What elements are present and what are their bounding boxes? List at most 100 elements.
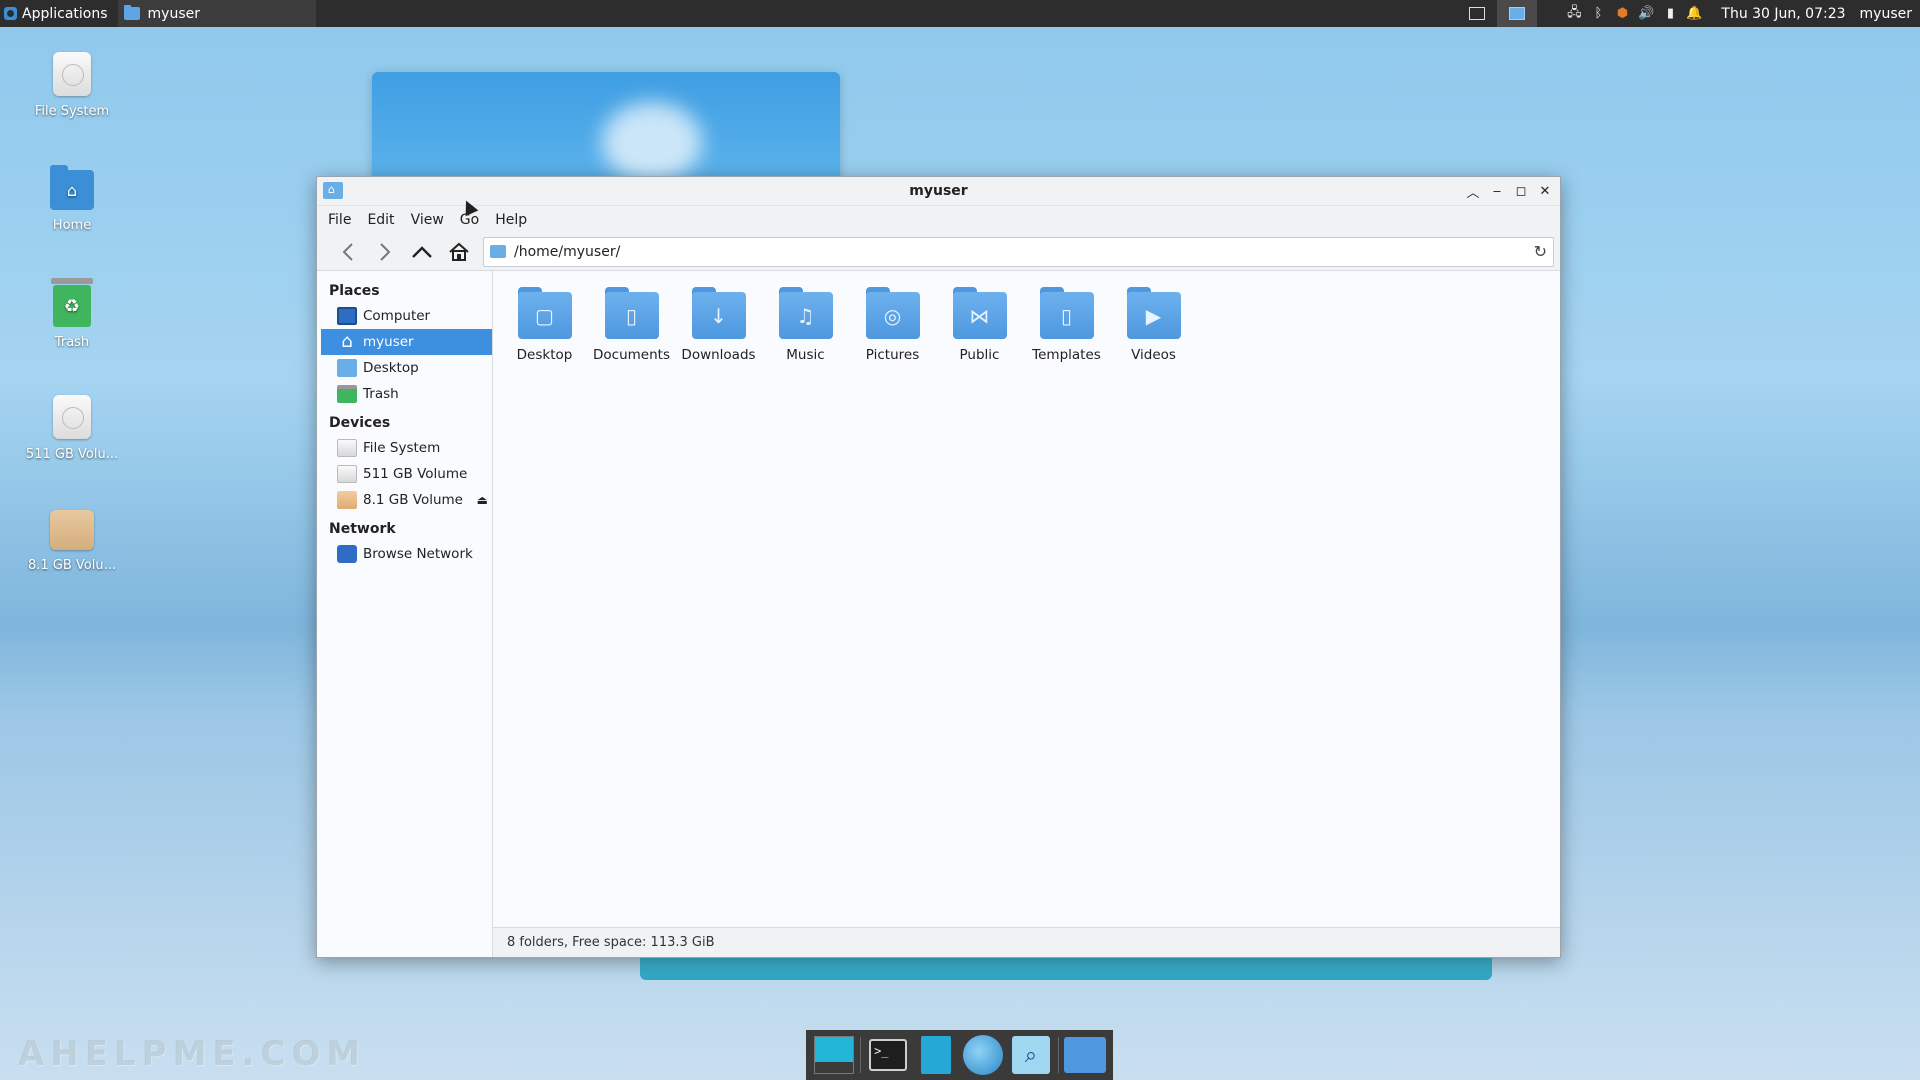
folder-icon: ◎ [865, 287, 920, 339]
window-controls: ︿ ‒ ◻ ✕ [1466, 182, 1552, 201]
folder-label: Videos [1131, 347, 1176, 363]
network-tray-icon[interactable]: 🖧 [1567, 5, 1582, 21]
sidebar-item-myuser[interactable]: ⌂ myuser [321, 329, 492, 355]
dock-file-manager[interactable] [915, 1035, 957, 1075]
home-icon [448, 242, 469, 261]
dock-web-browser[interactable] [962, 1035, 1004, 1075]
desktop-folder-icon [337, 359, 357, 377]
sidebar-item-trash[interactable]: Trash [317, 381, 492, 407]
sidebar-item-label: Browse Network [363, 546, 473, 562]
sidebar-item-browse-network[interactable]: Browse Network [317, 541, 492, 567]
location-bar[interactable]: /home/myuser/ ↻ [483, 236, 1554, 267]
taskbar-window-button[interactable]: myuser [117, 0, 316, 27]
shade-button[interactable]: ︿ [1466, 182, 1480, 201]
sidebar-item-desktop[interactable]: Desktop [317, 355, 492, 381]
desktop-icon-label: 8.1 GB Volu... [27, 558, 117, 573]
background-window[interactable] [372, 72, 840, 182]
bluetooth-icon[interactable]: ᛒ [1591, 6, 1605, 21]
menu-edit[interactable]: Edit [367, 212, 394, 228]
location-path[interactable]: /home/myuser/ [514, 244, 1526, 260]
folder-music[interactable]: ♫ Music [762, 283, 849, 363]
maximize-button[interactable]: ◻ [1514, 182, 1528, 200]
folder-icon: ♫ [778, 287, 833, 339]
folder-icon: ▯ [1039, 287, 1094, 339]
forward-button[interactable] [366, 236, 403, 268]
clock[interactable]: Thu 30 Jun, 07:23 [1721, 6, 1845, 22]
taskbar-window-title: myuser [147, 5, 200, 22]
applications-label: Applications [22, 5, 108, 22]
sidebar-item-label: File System [363, 440, 441, 456]
drive-icon [53, 52, 91, 96]
back-button[interactable] [329, 236, 366, 268]
menu-file[interactable]: File [328, 212, 351, 228]
sidebar-item-label: Computer [363, 308, 431, 324]
sidebar: Places Computer ⌂ myuser Desktop Trash D… [317, 271, 493, 957]
system-tray: 🖧 ᛒ ⬢ 🔊 ▮ 🔔 [1537, 5, 1709, 22]
applications-menu-button[interactable]: Applications [0, 0, 114, 27]
drive-icon [53, 395, 91, 439]
toolbar: /home/myuser/ ↻ [317, 233, 1560, 271]
dock-show-desktop[interactable] [813, 1035, 855, 1075]
desktop-icon-8gb-volume[interactable]: 8.1 GB Volu... [18, 510, 126, 573]
desktop-icon-511gb-volume[interactable]: 511 GB Volu... [18, 395, 126, 462]
trash-icon [337, 385, 357, 403]
desktop-icon-file-system[interactable]: File System [18, 52, 126, 119]
home-icon: ⌂ [341, 331, 353, 352]
sidebar-item-file-system[interactable]: File System [317, 435, 492, 461]
dock-terminal[interactable]: >_ [867, 1035, 909, 1075]
folder-label: Public [959, 347, 1000, 363]
background-window-edge[interactable] [640, 956, 1492, 980]
sidebar-item-8gb-volume[interactable]: 8.1 GB Volume ⏏ [317, 487, 492, 513]
chevron-left-icon [342, 242, 353, 261]
folder-label: Music [786, 347, 825, 363]
folder-public[interactable]: ⋈ Public [936, 283, 1023, 363]
chevron-up-icon [411, 245, 432, 258]
workspace-1-button[interactable] [1457, 0, 1497, 27]
status-bar: 8 folders, Free space: 113.3 GiB [493, 927, 1560, 957]
folder-grid: ▢ Desktop ▯ Documents ↓ Downloads ♫ Musi… [493, 271, 1560, 927]
sidebar-item-computer[interactable]: Computer [317, 303, 492, 329]
folder-downloads[interactable]: ↓ Downloads [675, 283, 762, 363]
folder-videos[interactable]: ▶ Videos [1110, 283, 1197, 363]
desktop-icon-home[interactable]: ⌂ Home [18, 165, 126, 233]
folder-label: Desktop [516, 347, 573, 363]
update-shield-icon[interactable]: ⬢ [1615, 6, 1629, 21]
workspace-2-button[interactable] [1497, 0, 1538, 27]
workspace-icon [1509, 7, 1526, 20]
dock-app-finder[interactable]: ⌕ [1010, 1035, 1052, 1075]
menu-view[interactable]: View [411, 212, 444, 228]
desktop-icon-label: Home [52, 218, 92, 233]
battery-icon[interactable]: ▮ [1663, 6, 1677, 21]
folder-icon: ⋈ [952, 287, 1007, 339]
folder-desktop[interactable]: ▢ Desktop [501, 283, 588, 363]
notification-bell-icon[interactable]: 🔔 [1686, 6, 1702, 21]
volume-icon[interactable]: 🔊 [1638, 6, 1654, 21]
trash-icon: ♻ [51, 278, 93, 327]
home-button[interactable] [440, 236, 477, 268]
files-icon [920, 1036, 951, 1074]
dock-folder[interactable] [1064, 1035, 1107, 1075]
folder-label: Templates [1032, 347, 1101, 363]
minimize-button[interactable]: ‒ [1490, 182, 1504, 200]
titlebar[interactable]: myuser ︿ ‒ ◻ ✕ [317, 177, 1560, 206]
folder-documents[interactable]: ▯ Documents [588, 283, 675, 363]
parent-folder-button[interactable] [403, 236, 440, 268]
desktop-icon-trash[interactable]: ♻ Trash [18, 278, 126, 350]
sidebar-item-label: Desktop [363, 360, 419, 376]
folder-icon: ▢ [517, 287, 572, 339]
drive-icon [337, 439, 357, 457]
user-menu[interactable]: myuser [1860, 6, 1912, 22]
drive-icon [337, 465, 357, 483]
file-view[interactable]: ▢ Desktop ▯ Documents ↓ Downloads ♫ Musi… [493, 271, 1560, 957]
folder-icon: ▶ [1126, 287, 1181, 339]
close-button[interactable]: ✕ [1538, 182, 1552, 200]
folder-pictures[interactable]: ◎ Pictures [849, 283, 936, 363]
workspace-icon [1469, 7, 1486, 20]
menu-help[interactable]: Help [495, 212, 527, 228]
show-desktop-icon [813, 1036, 854, 1074]
folder-templates[interactable]: ▯ Templates [1023, 283, 1110, 363]
sidebar-item-511gb-volume[interactable]: 511 GB Volume [317, 461, 492, 487]
eject-icon[interactable]: ⏏ [477, 493, 488, 507]
reload-icon[interactable]: ↻ [1534, 242, 1547, 261]
sidebar-item-label: 8.1 GB Volume [363, 492, 463, 508]
